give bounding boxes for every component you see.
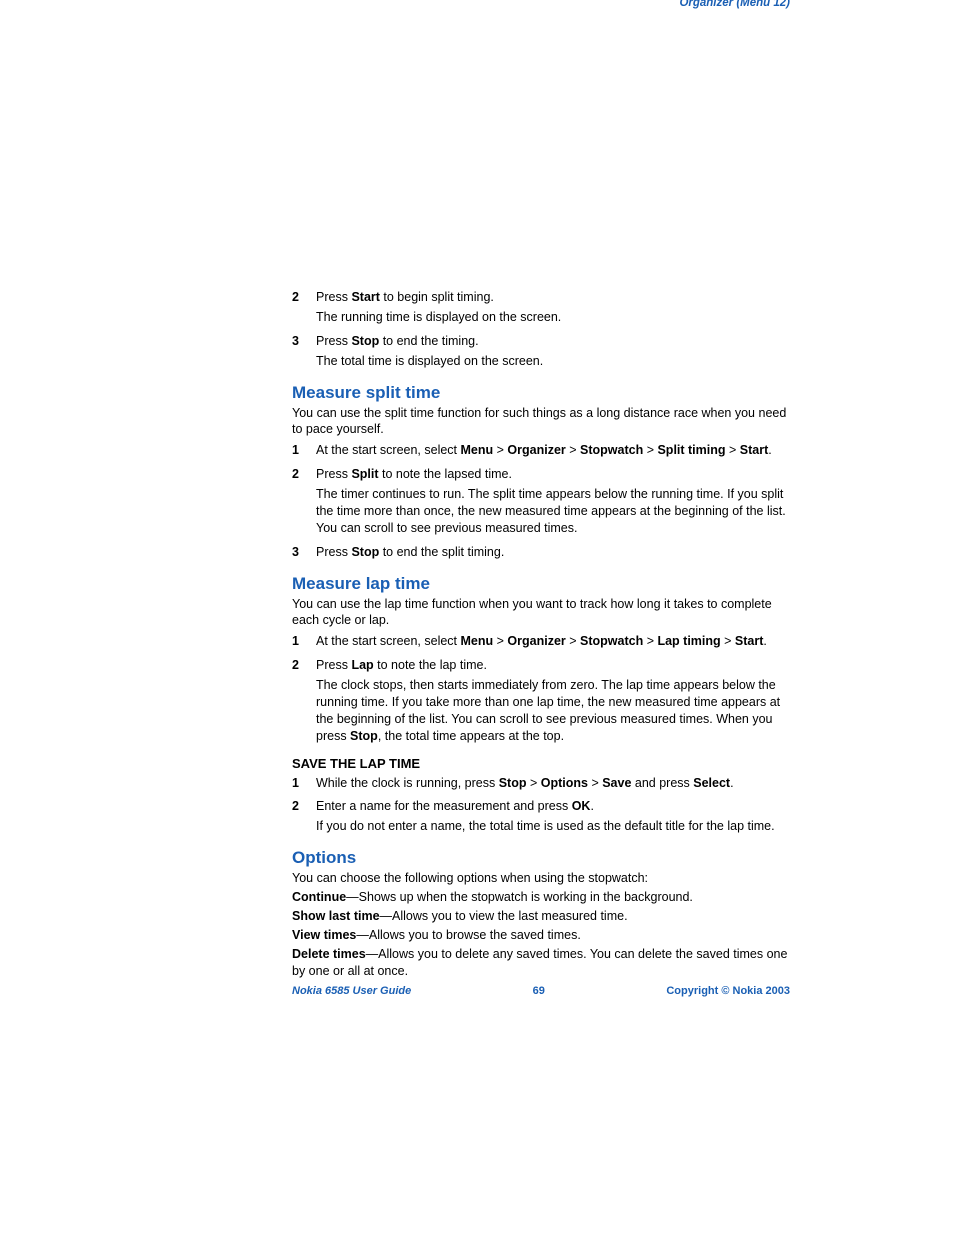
- list-item: 3Press Stop to end the timing. The total …: [292, 333, 790, 373]
- step-body: Press Split to note the lapsed time. The …: [316, 466, 790, 540]
- step-body: At the start screen, select Menu > Organ…: [316, 442, 772, 462]
- paragraph: Show last time—Allows you to view the la…: [292, 908, 790, 925]
- paragraph: You can use the lap time function when y…: [292, 596, 790, 630]
- step-number: 1: [292, 633, 316, 653]
- section-steps: 1While the clock is running, press Stop …: [292, 775, 790, 839]
- intro-steps: 2Press Start to begin split timing. The r…: [292, 289, 790, 373]
- list-item: 1While the clock is running, press Stop …: [292, 775, 790, 795]
- section-heading: SAVE THE LAP TIME: [292, 756, 790, 771]
- section-steps: 1At the start screen, select Menu > Orga…: [292, 633, 790, 747]
- step-number: 2: [292, 798, 316, 838]
- footer-page-number: 69: [533, 985, 545, 997]
- step-body: Enter a name for the measurement and pre…: [316, 798, 775, 838]
- step-line: At the start screen, select Menu > Organ…: [316, 442, 772, 459]
- step-line: At the start screen, select Menu > Organ…: [316, 633, 767, 650]
- step-body: Press Start to begin split timing. The ru…: [316, 289, 561, 329]
- section-heading: Measure split time: [292, 383, 790, 403]
- list-item: 2Press Start to begin split timing. The r…: [292, 289, 790, 329]
- step-number: 2: [292, 289, 316, 329]
- step-number: 2: [292, 466, 316, 540]
- paragraph: You can choose the following options whe…: [292, 870, 790, 887]
- paragraph: Continue—Shows up when the stopwatch is …: [292, 889, 790, 906]
- list-item: 2Enter a name for the measurement and pr…: [292, 798, 790, 838]
- list-item: 3Press Stop to end the split timing.: [292, 544, 790, 564]
- page-footer: Nokia 6585 User Guide 69 Copyright © Nok…: [292, 985, 790, 997]
- step-line: Press Lap to note the lap time.: [316, 657, 790, 674]
- step-number: 1: [292, 442, 316, 462]
- step-number: 1: [292, 775, 316, 795]
- page-content: 2Press Start to begin split timing.The r…: [292, 285, 790, 981]
- step-line: Press Split to note the lapsed time.: [316, 466, 790, 483]
- list-item: 1At the start screen, select Menu > Orga…: [292, 633, 790, 653]
- step-body: Press Lap to note the lap time. The clock…: [316, 657, 790, 747]
- step-body: Press Stop to end the split timing.: [316, 544, 504, 564]
- step-line: Enter a name for the measurement and pre…: [316, 798, 775, 815]
- step-number: 2: [292, 657, 316, 747]
- step-line: Press Start to begin split timing.: [316, 289, 561, 306]
- chapter-header: Organizer (Menu 12): [679, 0, 790, 9]
- step-line: The total time is displayed on the scree…: [316, 353, 543, 370]
- step-line: While the clock is running, press Stop >…: [316, 775, 734, 792]
- step-line: If you do not enter a name, the total ti…: [316, 818, 775, 835]
- step-number: 3: [292, 333, 316, 373]
- footer-copyright: Copyright © Nokia 2003: [666, 985, 790, 997]
- step-line: Press Stop to end the timing.: [316, 333, 543, 350]
- paragraph: View times—Allows you to browse the save…: [292, 927, 790, 944]
- paragraph: Delete times—Allows you to delete any sa…: [292, 946, 790, 980]
- list-item: 2Press Lap to note the lap time. The cloc…: [292, 657, 790, 747]
- step-line: The clock stops, then starts immediately…: [316, 677, 790, 745]
- section-steps: 1At the start screen, select Menu > Orga…: [292, 442, 790, 563]
- step-body: Press Stop to end the timing. The total t…: [316, 333, 543, 373]
- step-body: While the clock is running, press Stop >…: [316, 775, 734, 795]
- step-line: Press Stop to end the split timing.: [316, 544, 504, 561]
- step-body: At the start screen, select Menu > Organ…: [316, 633, 767, 653]
- step-line: The running time is displayed on the scr…: [316, 309, 561, 326]
- paragraph: You can use the split time function for …: [292, 405, 790, 439]
- section-heading: Measure lap time: [292, 574, 790, 594]
- list-item: 2Press Split to note the lapsed time. The…: [292, 466, 790, 540]
- sections: Measure split timeYou can use the split …: [292, 383, 790, 980]
- step-number: 3: [292, 544, 316, 564]
- section-heading: Options: [292, 848, 790, 868]
- step-line: The timer continues to run. The split ti…: [316, 486, 790, 537]
- footer-guide: Nokia 6585 User Guide: [292, 985, 411, 997]
- list-item: 1At the start screen, select Menu > Orga…: [292, 442, 790, 462]
